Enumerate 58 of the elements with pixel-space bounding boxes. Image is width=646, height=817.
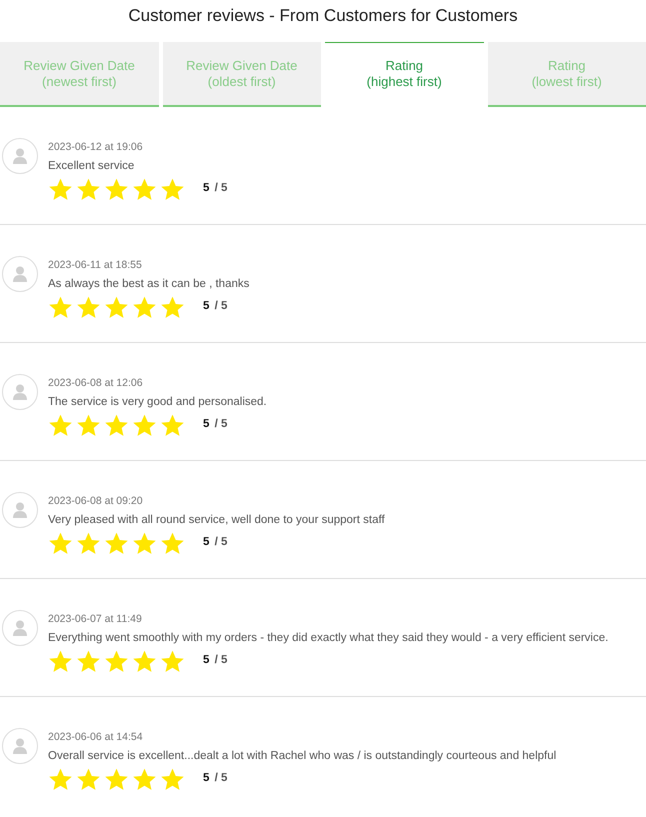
rating-score: 5 / 5 — [203, 418, 228, 430]
star-icon — [76, 649, 101, 674]
star-icon — [160, 531, 185, 556]
star-icon — [132, 531, 157, 556]
star-icon — [160, 177, 185, 202]
review-text: Very pleased with all round service, well done to your support staff — [48, 513, 385, 528]
review-text: The service is very good and personalised. — [48, 395, 267, 410]
sort-tab[interactable]: Rating (lowest first) — [488, 42, 646, 107]
user-icon — [13, 384, 27, 400]
user-icon — [13, 738, 27, 754]
star-icon — [76, 295, 101, 320]
sort-tab[interactable]: Review Given Date (oldest first) — [162, 42, 321, 107]
review-date: 2023-06-08 at 12:06 — [48, 376, 144, 390]
star-icon — [104, 177, 129, 202]
star-icon — [76, 767, 101, 792]
star-icon — [48, 177, 73, 202]
star-icon — [104, 413, 129, 438]
star-icon — [160, 413, 185, 438]
review-date: 2023-06-12 at 19:06 — [48, 140, 144, 154]
user-icon — [13, 502, 27, 518]
review-date: 2023-06-06 at 14:54 — [48, 730, 144, 744]
star-icon — [132, 295, 157, 320]
review-text: Everything went smoothly with my orders - they did exactly what they said they would - a very efficient service. — [48, 631, 608, 646]
rating-score: 5 / 5 — [203, 182, 228, 194]
star-icon — [160, 649, 185, 674]
star-icon — [48, 767, 73, 792]
rating-score: 5 / 5 — [203, 654, 228, 666]
user-icon — [13, 620, 27, 636]
star-icon — [48, 295, 73, 320]
star-icon — [76, 177, 101, 202]
star-icon — [48, 531, 73, 556]
review-date: 2023-06-07 at 11:49 — [48, 612, 143, 626]
rating-score: 5 / 5 — [203, 772, 228, 784]
star-icon — [104, 649, 129, 674]
review-text: Overall service is excellent...dealt a lot with Rachel who was / is outstandingly courteous and helpful — [48, 749, 556, 764]
sort-tab[interactable]: Review Given Date (newest first) — [0, 42, 158, 107]
star-icon — [76, 531, 101, 556]
star-icon — [48, 649, 73, 674]
user-icon — [13, 266, 27, 282]
star-icon — [48, 413, 73, 438]
star-icon — [104, 531, 129, 556]
star-icon — [104, 767, 129, 792]
page-title: Customer reviews - From Customers for Customers — [127, 5, 519, 27]
review-text: Excellent service — [48, 159, 136, 174]
rating-score: 5 / 5 — [203, 536, 228, 548]
star-icon — [132, 177, 157, 202]
rating-score: 5 / 5 — [203, 300, 228, 312]
user-icon — [13, 148, 27, 164]
review-text: As always the best as it can be , thanks — [48, 277, 250, 292]
star-icon — [132, 767, 157, 792]
star-icon — [160, 767, 185, 792]
review-date: 2023-06-08 at 09:20 — [48, 494, 144, 508]
star-icon — [132, 649, 157, 674]
review-date: 2023-06-11 at 18:55 — [48, 258, 143, 272]
star-icon — [104, 295, 129, 320]
star-icon — [132, 413, 157, 438]
star-icon — [76, 413, 101, 438]
star-icon — [160, 295, 185, 320]
